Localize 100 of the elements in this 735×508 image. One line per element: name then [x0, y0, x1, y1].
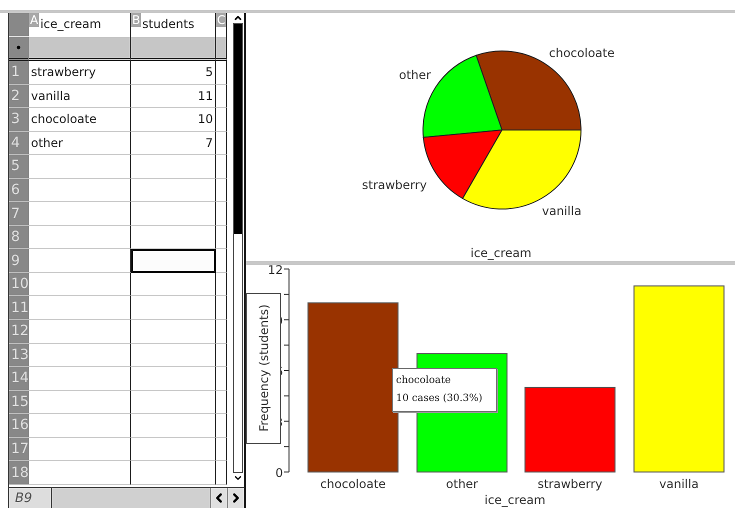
row-number[interactable]: 4	[9, 132, 29, 156]
table-cell[interactable]	[216, 178, 227, 202]
row-number[interactable]: 3	[9, 108, 29, 132]
formula-cell[interactable]	[29, 37, 131, 61]
table-cell[interactable]	[216, 132, 227, 156]
column-letter[interactable]: B	[131, 13, 142, 27]
cell-reference: B9	[9, 488, 52, 508]
table-cell[interactable]	[131, 390, 216, 414]
table-cell[interactable]	[216, 438, 227, 462]
row-number[interactable]: 8	[9, 226, 29, 250]
table-cell[interactable]	[216, 390, 227, 414]
scroll-left-button[interactable]	[210, 488, 227, 508]
table-cell[interactable]	[216, 226, 227, 250]
table-cell[interactable]	[216, 84, 227, 108]
slice-label: other	[399, 68, 431, 82]
table-cell[interactable]	[216, 61, 227, 85]
table-cell[interactable]	[29, 438, 131, 462]
table-cell[interactable]	[216, 414, 227, 438]
table-cell[interactable]: 10	[131, 108, 216, 132]
tick-label: 12	[268, 265, 283, 277]
table-cell[interactable]	[29, 390, 131, 414]
table-cell[interactable]: vanilla	[29, 84, 131, 108]
y-axis-label: Frequency (students)	[246, 293, 281, 444]
table-cell[interactable]	[216, 272, 227, 296]
table-cell[interactable]	[29, 320, 131, 344]
table-cell[interactable]	[131, 438, 216, 462]
table-cell[interactable]	[131, 296, 216, 320]
table-cell[interactable]	[29, 226, 131, 250]
slice-label: vanilla	[542, 204, 582, 218]
row-number[interactable]: 16	[9, 414, 29, 438]
table-cell[interactable]	[131, 367, 216, 391]
row-number[interactable]: 5	[9, 155, 29, 179]
column-letter[interactable]: C	[216, 13, 226, 27]
table-cell[interactable]: 5	[131, 61, 216, 85]
column-letter[interactable]: A	[29, 13, 40, 27]
row-number[interactable]: 9	[9, 249, 29, 273]
table-cell[interactable]	[29, 202, 131, 226]
slice-label: strawberry	[362, 178, 427, 192]
row-number[interactable]: 12	[9, 320, 29, 344]
slice-label: chocoloate	[549, 46, 615, 60]
row-number[interactable]: 18	[9, 461, 29, 485]
table-cell[interactable]	[216, 249, 227, 273]
table-cell[interactable]	[216, 296, 227, 320]
table-cell[interactable]	[29, 178, 131, 202]
table-cell[interactable]	[131, 249, 216, 273]
table-cell[interactable]	[29, 414, 131, 438]
row-number[interactable]: 13	[9, 344, 29, 368]
table-cell[interactable]	[29, 272, 131, 296]
table-cell[interactable]	[216, 367, 227, 391]
table-cell[interactable]	[131, 461, 216, 485]
table-cell[interactable]: chocoloate	[29, 108, 131, 132]
scroll-up-icon[interactable]	[232, 13, 242, 23]
table-cell[interactable]	[216, 202, 227, 226]
table-cell[interactable]	[131, 320, 216, 344]
table-cell[interactable]	[131, 155, 216, 179]
table-cell[interactable]	[131, 344, 216, 368]
table-cell[interactable]	[216, 108, 227, 132]
table-cell[interactable]	[131, 272, 216, 296]
tooltip-title: chocoloate	[396, 374, 452, 388]
column-header[interactable]: students	[141, 13, 194, 31]
column-header[interactable]: ice_cream	[39, 13, 102, 31]
row-number[interactable]: 2	[9, 84, 29, 108]
table-cell[interactable]: 11	[131, 84, 216, 108]
table-cell[interactable]: strawberry	[29, 61, 131, 85]
table-cell[interactable]	[29, 344, 131, 368]
row-number[interactable]: 7	[9, 202, 29, 226]
row-number[interactable]: 17	[9, 438, 29, 462]
row-number[interactable]: 10	[9, 272, 29, 296]
row-number[interactable]: 15	[9, 390, 29, 414]
table-cell[interactable]	[131, 226, 216, 250]
row-number[interactable]: 11	[9, 296, 29, 320]
formula-cell[interactable]	[216, 37, 227, 61]
table-cell[interactable]	[216, 155, 227, 179]
category-label: vanilla	[659, 477, 699, 491]
row-number[interactable]: 6	[9, 178, 29, 202]
formula-cell[interactable]	[131, 37, 216, 61]
table-cell[interactable]	[29, 367, 131, 391]
table-cell[interactable]	[131, 178, 216, 202]
category-label: other	[446, 477, 478, 491]
table-cell[interactable]	[216, 461, 227, 485]
y-axis-title: Frequency (students)	[257, 304, 271, 432]
table-cell[interactable]: other	[29, 132, 131, 156]
row-number[interactable]: 1	[9, 61, 29, 85]
scrollbar-thumb[interactable]	[234, 24, 242, 234]
tooltip-detail: 10 cases (30.3%)	[396, 392, 484, 406]
table-cell[interactable]	[29, 155, 131, 179]
table-cell[interactable]	[29, 296, 131, 320]
category-label: strawberry	[538, 477, 602, 491]
scroll-right-button[interactable]	[227, 488, 244, 508]
table-cell[interactable]	[29, 461, 131, 485]
table-cell[interactable]	[29, 249, 131, 273]
table-cell[interactable]: 7	[131, 132, 216, 156]
table-cell[interactable]	[131, 202, 216, 226]
row-number[interactable]: 14	[9, 367, 29, 391]
table-cell[interactable]	[216, 344, 227, 368]
tick-label: 0	[275, 466, 283, 480]
table-cell[interactable]	[131, 414, 216, 438]
scroll-down-icon[interactable]	[232, 473, 242, 483]
table-cell[interactable]	[216, 320, 227, 344]
formula-marker: •	[9, 37, 29, 61]
